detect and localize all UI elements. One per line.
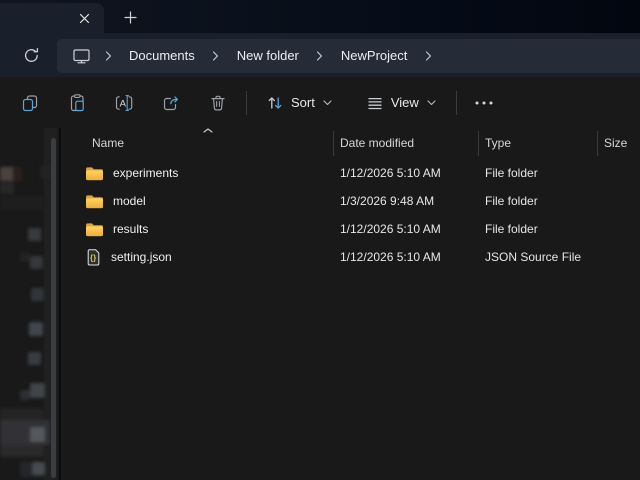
breadcrumb-chevron-icon[interactable]	[203, 42, 229, 70]
view-label: View	[390, 95, 419, 110]
folder-icon	[86, 194, 103, 208]
file-row-setting-json[interactable]: {} setting.json 1/12/2026 5:10 AM JSON S…	[62, 243, 640, 271]
file-row-results[interactable]: results 1/12/2026 5:10 AM File folder	[62, 215, 640, 243]
file-date-modified: 1/12/2026 5:10 AM	[340, 250, 441, 264]
breadcrumb-newproject[interactable]: NewProject	[333, 39, 415, 73]
delete-button[interactable]	[200, 85, 236, 121]
share-icon	[163, 95, 178, 110]
address-field[interactable]: Documents New folder NewProject	[57, 39, 640, 73]
breadcrumb-documents[interactable]: Documents	[121, 39, 203, 73]
explorer-tab[interactable]	[0, 3, 104, 33]
rename-button[interactable]: A	[106, 85, 142, 121]
paste-button[interactable]	[59, 85, 95, 121]
file-explorer-window: Documents New folder NewProject A Sort V…	[0, 0, 640, 480]
file-name: setting.json	[111, 250, 172, 264]
breadcrumb-chevron-icon[interactable]	[307, 42, 333, 70]
svg-text:{}: {}	[90, 253, 96, 262]
view-button[interactable]: View	[356, 86, 446, 120]
file-name: model	[113, 194, 146, 208]
rename-icon: A	[115, 94, 133, 111]
toolbar-divider	[246, 90, 247, 115]
chevron-down-icon	[323, 99, 332, 105]
this-pc-icon[interactable]	[67, 42, 95, 70]
file-row-model[interactable]: model 1/3/2026 9:48 AM File folder	[62, 187, 640, 215]
file-list-pane: Name Date modified Type Size experiments…	[62, 128, 640, 480]
file-date-modified: 1/12/2026 5:10 AM	[340, 166, 441, 180]
file-rows: experiments 1/12/2026 5:10 AM File folde…	[62, 159, 640, 271]
column-header-size[interactable]: Size	[597, 136, 640, 150]
toolbar-divider	[455, 90, 457, 115]
column-header-type[interactable]: Type	[478, 136, 597, 150]
close-tab-icon[interactable]	[73, 8, 95, 28]
see-more-button[interactable]	[466, 85, 502, 121]
breadcrumb-new-folder[interactable]: New folder	[229, 39, 307, 73]
command-toolbar: A Sort View	[0, 77, 640, 128]
sidebar-scrollbar-thumb[interactable]	[51, 138, 56, 478]
column-divider[interactable]	[333, 131, 334, 156]
folder-icon	[86, 222, 103, 236]
file-type: JSON Source File	[485, 250, 582, 264]
pane-divider	[59, 128, 61, 480]
tab-bar	[0, 0, 640, 33]
breadcrumb-chevron-icon[interactable]	[415, 42, 441, 70]
file-name: results	[113, 222, 149, 236]
file-date-modified: 1/3/2026 9:48 AM	[340, 194, 435, 208]
view-list-icon	[368, 97, 382, 109]
column-header-name[interactable]: Name	[62, 136, 333, 150]
new-tab-button[interactable]	[118, 5, 142, 29]
paste-icon	[70, 93, 84, 111]
file-date-modified: 1/12/2026 5:10 AM	[340, 222, 441, 236]
column-divider[interactable]	[597, 131, 598, 156]
breadcrumb-chevron-icon[interactable]	[95, 42, 121, 70]
trash-icon	[211, 95, 225, 111]
file-type: File folder	[485, 166, 538, 180]
file-row-experiments[interactable]: experiments 1/12/2026 5:10 AM File folde…	[62, 159, 640, 187]
file-name: experiments	[113, 166, 179, 180]
column-divider[interactable]	[478, 131, 479, 156]
sort-button[interactable]: Sort	[256, 86, 342, 120]
refresh-button[interactable]	[16, 40, 46, 70]
file-type: File folder	[485, 222, 538, 236]
navigation-sidebar	[0, 128, 62, 480]
folder-icon	[86, 166, 103, 180]
address-bar: Documents New folder NewProject	[0, 33, 640, 77]
sort-label: Sort	[291, 95, 315, 110]
share-button[interactable]	[153, 85, 189, 121]
file-type: File folder	[485, 194, 538, 208]
chevron-down-icon	[427, 99, 436, 105]
column-header-row: Name Date modified Type Size	[62, 128, 640, 158]
copy-icon	[22, 94, 38, 111]
json-file-icon: {}	[87, 248, 100, 265]
more-ellipsis-icon	[475, 101, 493, 104]
sort-icon	[268, 96, 282, 109]
svg-text:A: A	[120, 98, 127, 109]
column-header-date-modified[interactable]: Date modified	[333, 136, 478, 150]
sort-ascending-icon	[203, 128, 213, 133]
copy-button[interactable]	[12, 85, 48, 121]
